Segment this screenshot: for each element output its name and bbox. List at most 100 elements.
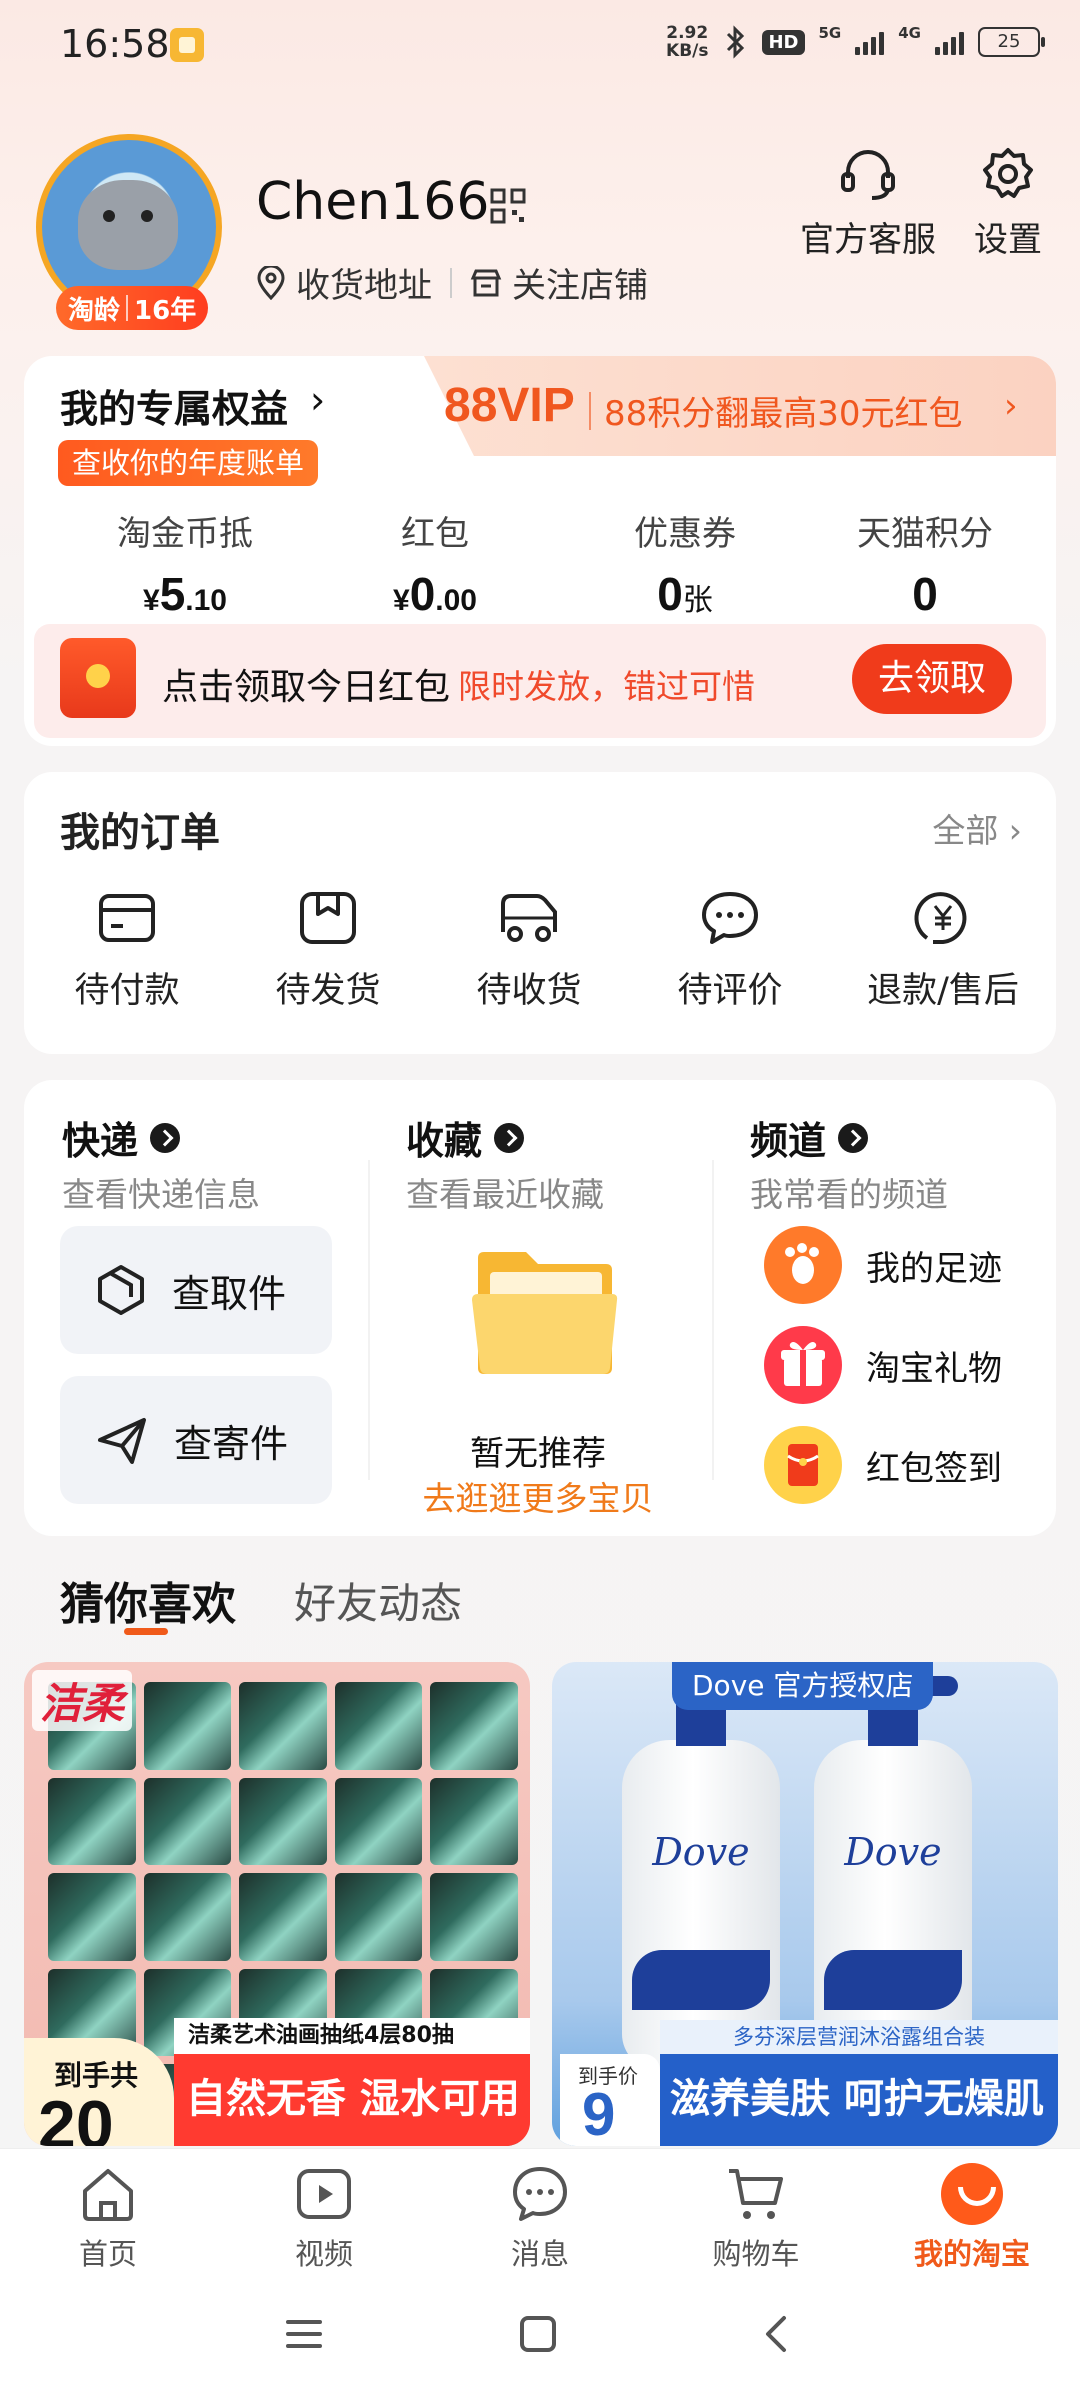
vip-title[interactable]: 88VIP — [444, 378, 575, 433]
nav-video[interactable]: 视频 — [216, 2149, 432, 2276]
status-time: 16:58 — [60, 22, 170, 66]
stat-red-packet[interactable]: 红包 ¥0.00 — [310, 506, 560, 621]
product-card-tissue[interactable]: 洁柔 洁柔艺术油画抽纸4层80抽 自然无香 湿水可用 到手共 20 — [24, 1662, 530, 2146]
express-header[interactable]: 快递 — [62, 1110, 181, 1165]
settings-button[interactable]: 设置 — [974, 146, 1042, 261]
express-subtitle: 查看快递信息 — [62, 1175, 260, 1214]
annual-bill-tag[interactable]: 查收你的年度账单 — [58, 440, 319, 486]
follow-stores-link[interactable]: 关注店铺 — [512, 258, 648, 307]
price-value: 9 — [582, 2081, 616, 2146]
red-envelope-icon — [764, 1426, 842, 1504]
nav-my-taobao[interactable]: 我的淘宝 — [864, 2149, 1080, 2276]
stat-value: ¥0.00 — [393, 568, 477, 620]
badge-divider — [126, 295, 129, 321]
links-divider — [450, 267, 452, 298]
notification-app-icon — [170, 28, 204, 62]
home-square-icon[interactable] — [518, 2314, 558, 2354]
red-envelope-icon — [60, 638, 136, 718]
location-pin-icon — [257, 265, 285, 300]
order-pending-review[interactable]: 待评价 — [627, 890, 833, 1013]
status-indicators: 2.92 KB/s HD 5G 4G 25 — [666, 23, 1045, 61]
chevron-circle-icon — [150, 1122, 181, 1153]
profile-links: 收货地址 关注店铺 — [256, 258, 648, 307]
chevron-circle-icon — [838, 1122, 869, 1153]
product-subtitle: 多芬深层营润沐浴露组合装 — [660, 2020, 1058, 2054]
settings-label: 设置 — [974, 220, 1042, 260]
product-promo: 滋养美肤 呵护无燥肌 — [670, 2076, 1044, 2122]
qr-code-icon[interactable] — [490, 188, 526, 224]
signal-1-label: 5G — [818, 24, 842, 42]
channel-red-packet-checkin[interactable]: 红包签到 — [764, 1426, 1002, 1504]
order-pending-payment[interactable]: 待付款 — [24, 890, 230, 1013]
red-packet-subtext: 限时发放，错过可惜 — [458, 667, 755, 706]
signal-2-label: 4G — [898, 24, 921, 42]
truck-icon — [501, 894, 557, 942]
orders-all-link[interactable]: 全部 › — [932, 804, 1022, 852]
refund-icon — [914, 892, 967, 944]
claim-red-packet-button[interactable]: 去领取 — [852, 644, 1012, 714]
stat-coins[interactable]: 淘金币抵 ¥5.10 — [60, 506, 310, 621]
browse-more-link[interactable]: 去逛逛更多宝贝 — [368, 1472, 708, 1520]
bottom-navigation: 首页 视频 消息 购物车 我的淘宝 — [0, 2148, 1080, 2276]
chevron-circle-icon — [494, 1122, 525, 1153]
nav-home[interactable]: 首页 — [0, 2149, 216, 2276]
chevron-right-icon: › — [1004, 386, 1018, 426]
channels-header[interactable]: 频道 — [750, 1110, 869, 1165]
tab-guess-you-like[interactable]: 猜你喜欢 — [60, 1568, 236, 1632]
avatar-cat-face — [78, 180, 178, 270]
username[interactable]: Chen166 — [256, 172, 489, 232]
customer-service-label: 官方客服 — [800, 220, 936, 260]
footprint-icon — [764, 1226, 842, 1304]
store-icon — [470, 269, 502, 296]
product-card-dove[interactable]: Dove Dove Dove 官方授权店 多芬深层营润沐浴露组合装 滋养美肤 呵… — [552, 1662, 1058, 2146]
gift-icon — [764, 1326, 842, 1404]
tab-friends-activity[interactable]: 好友动态 — [294, 1570, 462, 1631]
official-store-tag: Dove 官方授权店 — [672, 1662, 934, 1710]
vip-divider — [589, 392, 591, 430]
stat-value: 0张 — [657, 568, 713, 620]
menu-icon[interactable] — [284, 2314, 324, 2354]
folder-icon — [472, 1252, 618, 1374]
order-refund-aftersale[interactable]: 退款/售后 — [840, 890, 1046, 1013]
stat-coupons[interactable]: 优惠券 0张 — [560, 506, 810, 621]
account-age-years: 16年 — [134, 295, 197, 326]
stat-tmall-points[interactable]: 天猫积分 0 — [800, 506, 1050, 621]
channels-subtitle: 我常看的频道 — [750, 1175, 948, 1214]
order-pending-shipment[interactable]: 待发货 — [225, 890, 431, 1013]
customer-service-button[interactable]: 官方客服 — [800, 146, 936, 261]
address-link[interactable]: 收货地址 — [296, 258, 432, 307]
vip-promo-text[interactable]: 88积分翻最高30元红包 — [604, 386, 963, 435]
channel-gift[interactable]: 淘宝礼物 — [764, 1326, 1002, 1404]
gear-icon — [983, 148, 1033, 198]
benefits-card: 88VIP 88积分翻最高30元红包 › 我的专属权益 › 查收你的年度账单 淘… — [24, 356, 1056, 746]
favorites-empty-text: 暂无推荐 — [470, 1434, 606, 1474]
paper-plane-icon — [98, 1418, 146, 1464]
network-speed: 2.92 KB/s — [666, 23, 709, 61]
stat-value: 0 — [912, 568, 938, 620]
nav-cart[interactable]: 购物车 — [648, 2149, 864, 2276]
product-promo: 自然无香 湿水可用 — [186, 2076, 520, 2122]
nav-messages[interactable]: 消息 — [432, 2149, 648, 2276]
headset-icon — [841, 150, 895, 200]
red-packet-text: 点击领取今日红包 — [162, 667, 451, 708]
battery-icon: 25 — [978, 27, 1045, 57]
check-send-button[interactable]: 查寄件 — [60, 1376, 332, 1504]
channel-footprint[interactable]: 我的足迹 — [764, 1226, 1002, 1304]
orders-title: 我的订单 — [60, 810, 220, 856]
box-icon — [98, 1265, 144, 1315]
favorites-header[interactable]: 收藏 — [406, 1110, 525, 1165]
order-pending-receipt[interactable]: 待收货 — [426, 890, 632, 1013]
favorites-subtitle: 查看最近收藏 — [406, 1175, 604, 1214]
stat-label: 优惠券 — [634, 514, 736, 554]
stat-label: 红包 — [401, 514, 469, 554]
comment-icon — [702, 892, 758, 944]
orders-card: 我的订单 全部 › 待付款 待发货 待收货 待评价 退款/售后 — [24, 772, 1056, 1054]
benefits-title[interactable]: 我的专属权益 — [60, 378, 288, 433]
signal-2-icon — [935, 29, 964, 55]
price-value: 20 — [38, 2087, 114, 2146]
taobao-face-icon — [941, 2163, 1003, 2225]
cart-icon — [729, 2169, 783, 2219]
shortcuts-card: 快递 查看快递信息 查取件 查寄件 收藏 查看最近收藏 暂无推荐 去逛逛更多宝贝… — [24, 1080, 1056, 1536]
back-icon[interactable] — [756, 2314, 796, 2354]
check-pickup-button[interactable]: 查取件 — [60, 1226, 332, 1354]
